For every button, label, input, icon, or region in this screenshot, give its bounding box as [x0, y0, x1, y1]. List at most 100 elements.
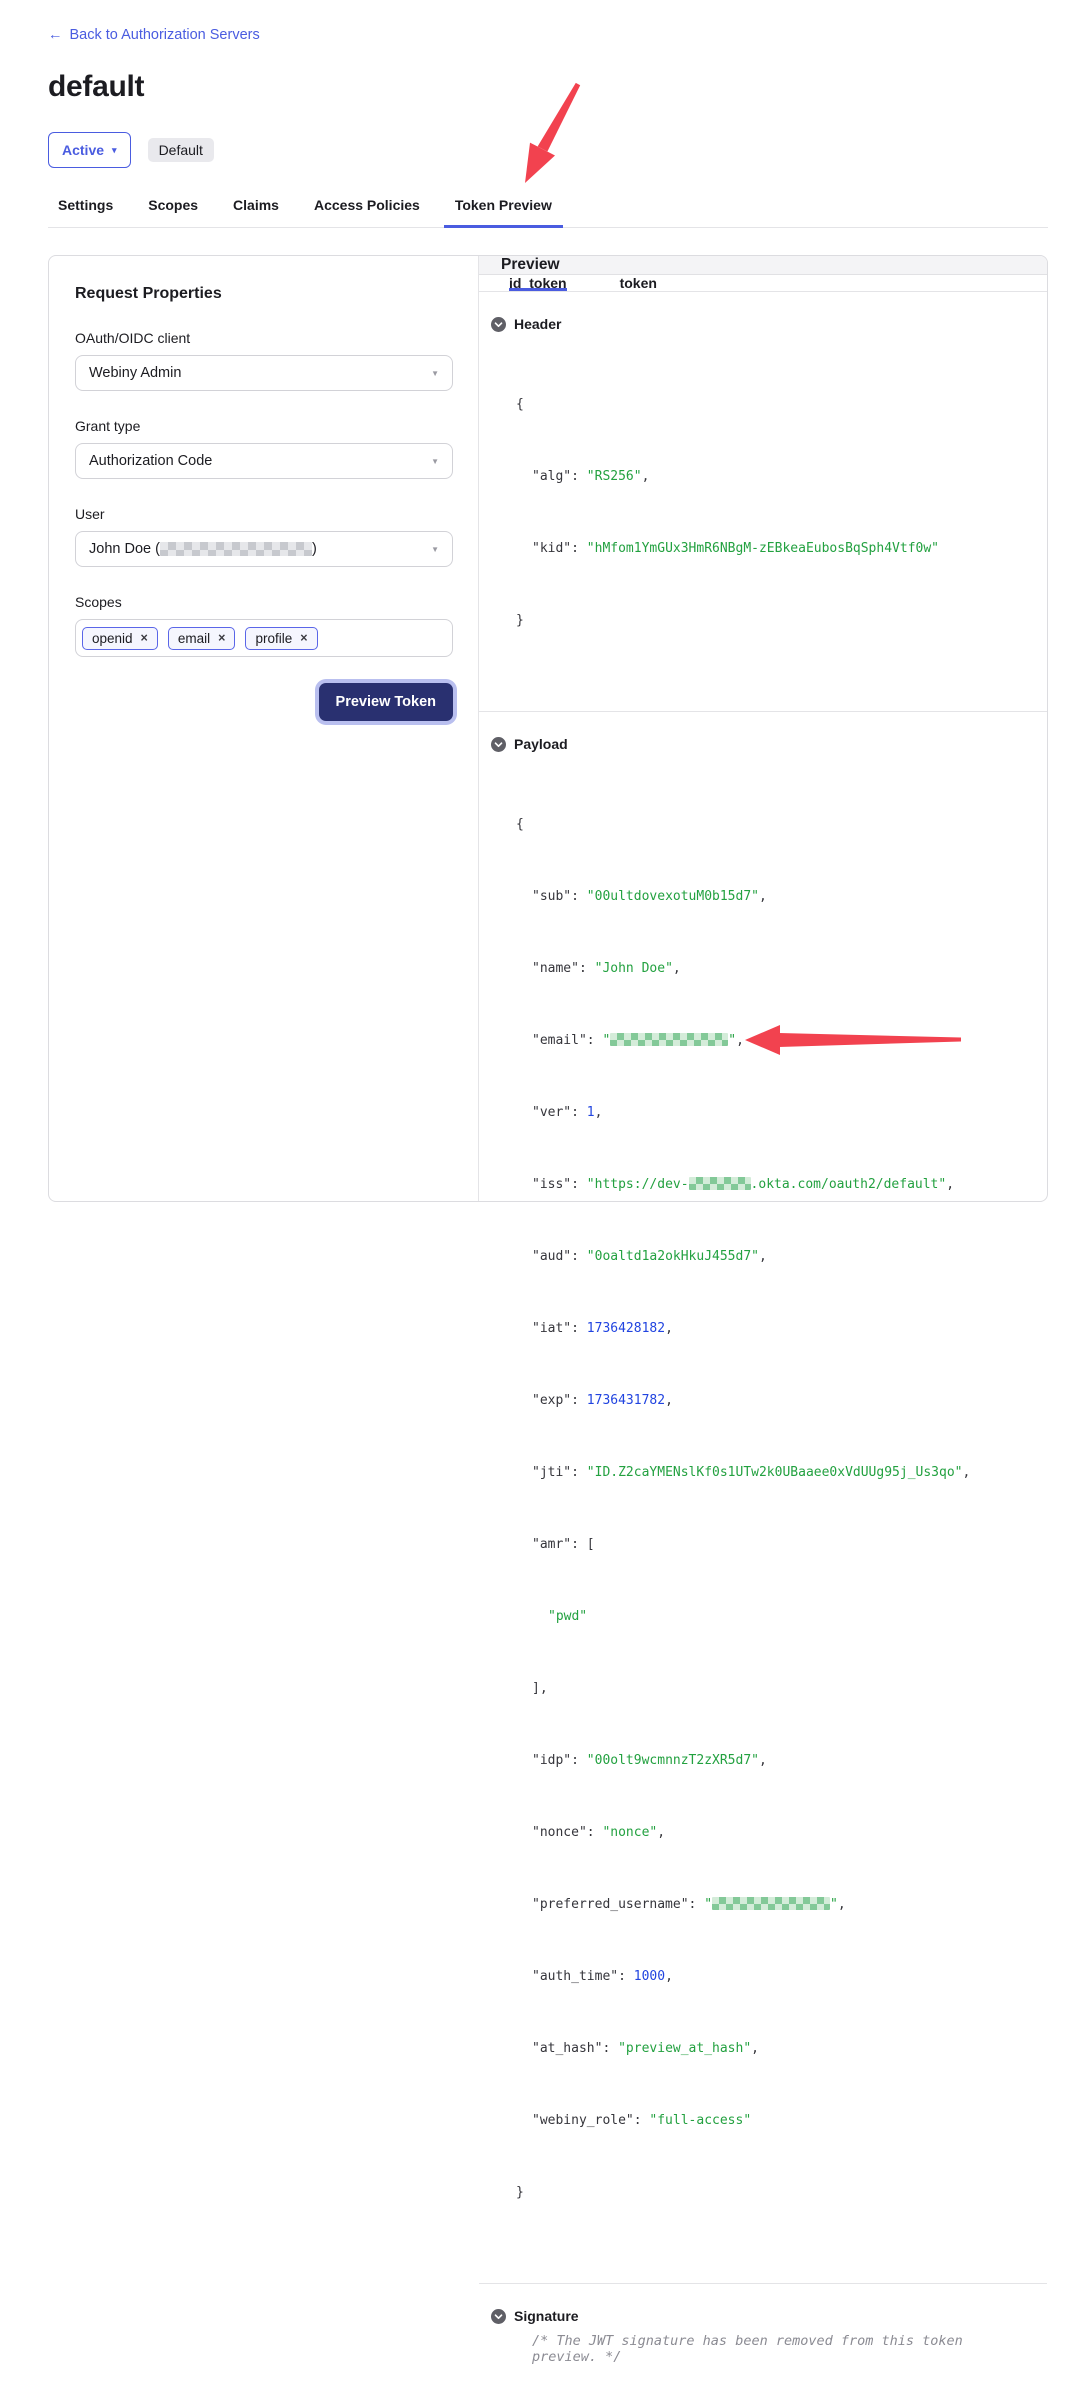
json-value: 1736431782 [587, 1393, 665, 1408]
json-value: 1736428182 [587, 1321, 665, 1336]
remove-scope-icon[interactable]: × [300, 632, 307, 645]
json-value: "preview_at_hash" [618, 2041, 751, 2056]
tab-token[interactable]: token [620, 275, 657, 291]
default-badge: Default [148, 138, 214, 162]
code-line: "sub": "00ultdovexotuM0b15d7", [516, 885, 1027, 909]
collapse-chevron-icon[interactable] [491, 737, 506, 752]
json-value: 1 [587, 1105, 595, 1120]
jwt-header-section: Header { "alg": "RS256", "kid": "hMfom1Y… [479, 292, 1047, 712]
scope-chip-label: openid [92, 631, 133, 646]
back-arrow-icon: ← [48, 27, 63, 43]
json-value: "nonce" [602, 1825, 657, 1840]
tab-settings[interactable]: Settings [58, 197, 113, 213]
code-line: { [516, 813, 1027, 837]
collapse-chevron-icon[interactable] [491, 317, 506, 332]
collapse-chevron-icon[interactable] [491, 2309, 506, 2324]
json-value: "00ultdovexotuM0b15d7" [587, 889, 759, 904]
code-line: "exp": 1736431782, [516, 1389, 1027, 1413]
json-value: "John Doe" [595, 961, 673, 976]
jwt-signature-title: Signature [514, 2308, 579, 2324]
code-line: "aud": "0oaltd1a2okHkuJ455d7", [516, 1245, 1027, 1269]
status-dropdown-button[interactable]: Active ▾ [48, 132, 131, 168]
request-properties-title: Request Properties [75, 285, 453, 303]
tab-access-policies[interactable]: Access Policies [314, 197, 420, 213]
remove-scope-icon[interactable]: × [218, 632, 225, 645]
json-key: "nonce" [532, 1825, 587, 1840]
json-key-webiny-role: "webiny_role" [532, 2113, 634, 2128]
tab-id-token[interactable]: id_token [509, 275, 567, 291]
tab-scopes[interactable]: Scopes [148, 197, 198, 213]
jwt-header-title-row: Header [491, 316, 1027, 332]
tab-token-preview[interactable]: Token Preview [455, 197, 552, 213]
json-value: "0oaltd1a2okHkuJ455d7" [587, 1249, 759, 1264]
json-key: "jti" [532, 1465, 571, 1480]
preview-panel: Preview id_token token Header { "alg": "… [479, 256, 1047, 1201]
oauth-client-value: Webiny Admin [89, 365, 431, 381]
chevron-down-icon: ▼ [431, 457, 439, 466]
code-line: "iss": "https://dev-.okta.com/oauth2/def… [516, 1173, 1027, 1197]
code-line: "nonce": "nonce", [516, 1821, 1027, 1845]
json-key: "aud" [532, 1249, 571, 1264]
code-line: "ver": 1, [516, 1101, 1027, 1125]
chevron-down-icon: ▾ [112, 146, 117, 155]
jwt-payload-section: Payload { "sub": "00ultdovexotuM0b15d7",… [479, 712, 1047, 2284]
jwt-payload-title-row: Payload [491, 736, 1027, 752]
jwt-header-title: Header [514, 316, 561, 332]
redacted-username-value [712, 1897, 830, 1910]
grant-type-select[interactable]: Authorization Code ▼ [75, 443, 453, 479]
remove-scope-icon[interactable]: × [141, 632, 148, 645]
code-line: "webiny_role": "full-access" [516, 2109, 1027, 2133]
json-key: "idp" [532, 1753, 571, 1768]
json-key: "preferred_username" [532, 1897, 689, 1912]
code-line: "auth_time": 1000, [516, 1965, 1027, 1989]
json-key: "exp" [532, 1393, 571, 1408]
back-to-authorization-servers-link[interactable]: ← Back to Authorization Servers [48, 27, 260, 43]
back-link-label: Back to Authorization Servers [70, 27, 260, 43]
json-key: "ver" [532, 1105, 571, 1120]
status-row: Active ▾ Default [48, 132, 214, 168]
user-select[interactable]: John Doe () ▼ [75, 531, 453, 567]
json-key: "iss" [532, 1177, 571, 1192]
redacted-domain-value [689, 1177, 751, 1190]
jwt-payload-title: Payload [514, 736, 568, 752]
code-line: "preferred_username": "", [516, 1893, 1027, 1917]
user-value-suffix: ) [312, 541, 317, 557]
red-arrow-token-preview-annotation [503, 80, 593, 190]
code-line: "amr": [ [516, 1533, 1027, 1557]
scope-chip-openid: openid × [82, 627, 158, 650]
request-properties-panel: Request Properties OAuth/OIDC client Web… [49, 256, 479, 1201]
json-key: "amr" [532, 1537, 571, 1552]
jwt-header-code: { "alg": "RS256", "kid": "hMfom1YmGUx3Hm… [516, 345, 1027, 681]
json-value: "hMfom1YmGUx3HmR6NBgM-zEBkeaEubosBqSph4V… [587, 541, 939, 556]
user-value: John Doe () [89, 541, 431, 557]
user-label: User [75, 506, 453, 522]
token-preview-page: ← Back to Authorization Servers default … [0, 0, 1090, 1247]
code-line: "iat": 1736428182, [516, 1317, 1027, 1341]
tab-claims[interactable]: Claims [233, 197, 279, 213]
json-key: "alg" [532, 469, 571, 484]
json-value: "00olt9wcmnnzT2zXR5d7" [587, 1753, 759, 1768]
token-type-tabs: id_token token [479, 275, 1047, 292]
oauth-client-select[interactable]: Webiny Admin ▼ [75, 355, 453, 391]
code-line: } [516, 609, 1027, 633]
json-value: "ID.Z2caYMENslKf0s1UTw2k0UBaaee0xVdUUg95… [587, 1465, 963, 1480]
scope-chip-label: profile [255, 631, 292, 646]
scopes-input[interactable]: openid × email × profile × [75, 619, 453, 657]
grant-type-value: Authorization Code [89, 453, 431, 469]
content-card: Request Properties OAuth/OIDC client Web… [48, 255, 1048, 1202]
scope-chip-label: email [178, 631, 210, 646]
json-value: 1000 [634, 1969, 665, 1984]
json-key: "at_hash" [532, 2041, 602, 2056]
preview-panel-title: Preview [479, 256, 1047, 275]
code-line: "name": "John Doe", [516, 957, 1027, 981]
preview-token-button[interactable]: Preview Token [319, 683, 453, 721]
json-value: "RS256" [587, 469, 642, 484]
json-value-webiny-role: "full-access" [649, 2113, 751, 2128]
scopes-label: Scopes [75, 594, 453, 610]
json-value: "pwd" [548, 1609, 587, 1624]
status-label: Active [62, 142, 104, 158]
user-value-prefix: John Doe ( [89, 541, 160, 557]
code-line: } [516, 2181, 1027, 2205]
chevron-down-icon: ▼ [431, 545, 439, 554]
json-key: "sub" [532, 889, 571, 904]
